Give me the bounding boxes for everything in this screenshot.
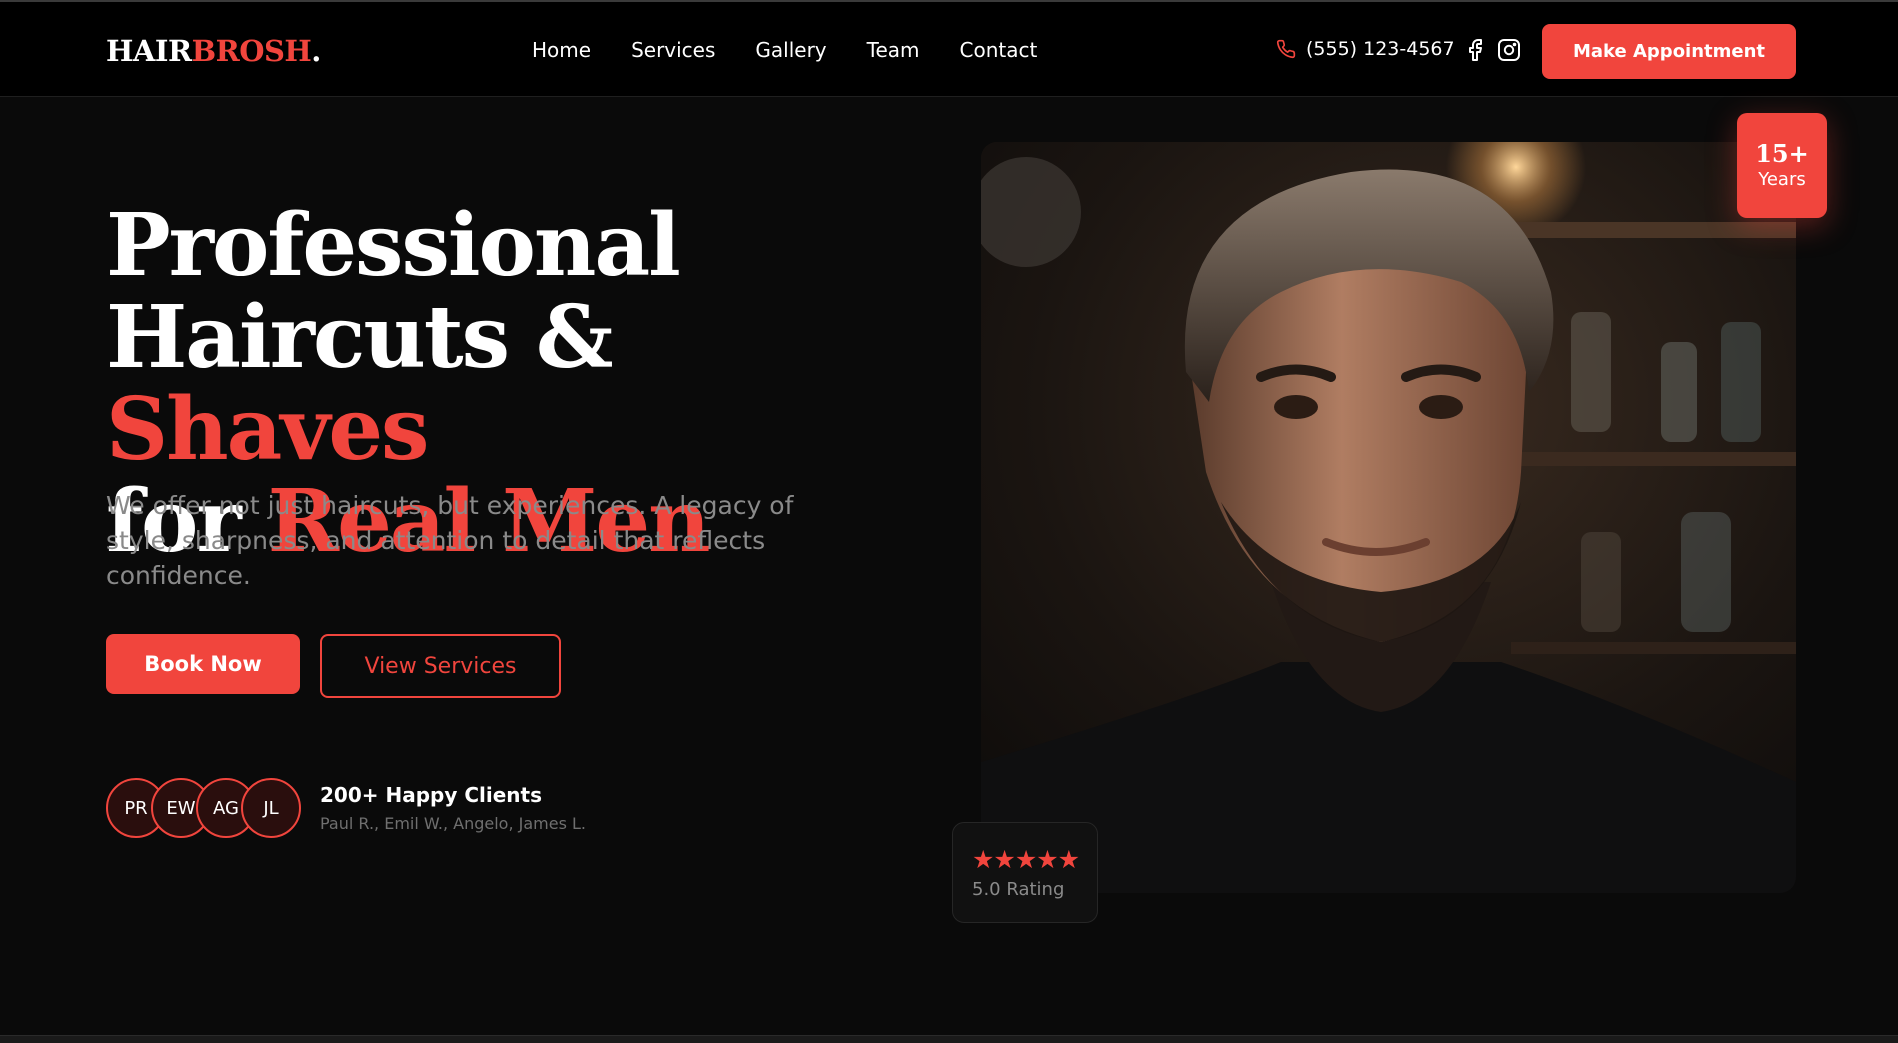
logo-part-hair: HAIR (106, 34, 192, 68)
years-experience-badge: 15+ Years (1737, 113, 1827, 218)
avatar: JL (241, 778, 301, 838)
nav-services[interactable]: Services (631, 38, 715, 62)
nav-team[interactable]: Team (867, 38, 920, 62)
hero-title-line2-red: Shaves (106, 379, 429, 480)
nav-contact[interactable]: Contact (960, 38, 1038, 62)
facebook-icon[interactable] (1463, 38, 1487, 62)
instagram-icon[interactable] (1497, 38, 1521, 62)
hero-title-line1: Professional (106, 195, 681, 296)
logo-part-brosh: BROSH (191, 34, 312, 68)
happy-clients-title: 200+ Happy Clients (320, 783, 542, 807)
rating-stars: ★★★★★ (972, 845, 1080, 874)
rating-label: 5.0 Rating (972, 879, 1065, 900)
phone-number: (555) 123-4567 (1306, 38, 1455, 60)
nav-gallery[interactable]: Gallery (755, 38, 826, 62)
nav-home[interactable]: Home (532, 38, 591, 62)
view-services-button[interactable]: View Services (320, 634, 561, 698)
book-now-button[interactable]: Book Now (106, 634, 300, 694)
phone-icon (1276, 39, 1296, 59)
hero-title-line2-white: Haircuts & (106, 287, 614, 388)
phone-contact[interactable]: (555) 123-4567 (1276, 38, 1455, 60)
logo-dot: . (311, 34, 321, 68)
hero-barber-photo (981, 142, 1796, 893)
happy-clients-names: Paul R., Emil W., Angelo, James L. (320, 814, 586, 833)
make-appointment-button[interactable]: Make Appointment (1542, 24, 1796, 79)
main-nav: Home Services Gallery Team Contact (532, 38, 1077, 62)
portrait-illustration (981, 142, 1796, 893)
years-label: Years (1758, 168, 1806, 190)
client-avatars: PR EW AG JL (106, 778, 306, 840)
hero-description: We offer not just haircuts, but experien… (106, 491, 794, 590)
site-header: HAIRBROSH. Home Services Gallery Team Co… (0, 2, 1898, 97)
window-bottom-bar (0, 1035, 1898, 1043)
brand-logo[interactable]: HAIRBROSH. (106, 34, 321, 68)
rating-card: ★★★★★ 5.0 Rating (952, 822, 1098, 923)
years-number: 15+ (1755, 138, 1809, 168)
